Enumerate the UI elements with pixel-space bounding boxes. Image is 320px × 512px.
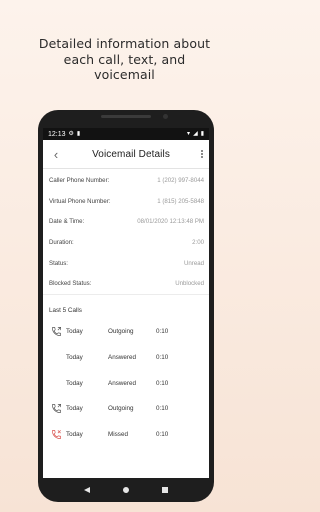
page-title: Voicemail Details [92, 148, 170, 160]
details-list: Caller Phone Number: 1 (202) 997-8044 Vi… [43, 169, 209, 294]
call-type: Outgoing [108, 328, 134, 336]
list-item[interactable]: Today Answered 0:10 [43, 345, 209, 371]
detail-row-status: Status: Unread [43, 253, 209, 274]
nav-bar [38, 480, 214, 500]
call-type: Answered [108, 379, 137, 387]
call-duration: 0:10 [156, 379, 169, 387]
detail-row-virtual: Virtual Phone Number: 1 (815) 205-5848 [43, 191, 209, 212]
detail-value: 08/01/2020 12:13:48 PM [137, 218, 204, 226]
status-bar: 12:13 ⚙ ▮ ▾ ◢ ▮ [43, 128, 209, 140]
list-item[interactable]: Today Outgoing 0:10 [43, 396, 209, 422]
list-item[interactable]: Today Missed 0:10 [43, 422, 209, 448]
front-camera [163, 114, 168, 119]
detail-label: Date & Time: [49, 218, 85, 226]
detail-label: Blocked Status: [49, 280, 92, 288]
headline-line: Detailed information about [38, 36, 211, 51]
status-time: 12:13 [48, 130, 66, 138]
outgoing-call-icon [48, 403, 64, 414]
detail-value: 2:00 [192, 238, 204, 246]
detail-row-duration: Duration: 2:00 [43, 232, 209, 253]
headline: Detailed information about each call, te… [0, 36, 249, 83]
call-type: Answered [108, 354, 137, 362]
call-day: Today [66, 405, 83, 413]
detail-row-caller: Caller Phone Number: 1 (202) 997-8044 [43, 170, 209, 191]
call-day: Today [66, 354, 83, 362]
missed-call-icon [48, 429, 64, 440]
battery-icon: ▮ [200, 131, 204, 137]
detail-label: Duration: [49, 238, 74, 246]
call-duration: 0:10 [156, 328, 169, 336]
wifi-icon: ▾ [187, 131, 191, 137]
detail-value: Unread [184, 259, 204, 267]
detail-label: Status: [49, 259, 68, 267]
more-options-icon[interactable] [197, 150, 207, 158]
signal-icon: ◢ [193, 131, 198, 137]
detail-row-datetime: Date & Time: 08/01/2020 12:13:48 PM [43, 211, 209, 232]
detail-label: Virtual Phone Number: [49, 197, 111, 205]
outgoing-call-icon [48, 326, 64, 337]
speaker-grille [101, 115, 151, 118]
detail-label: Caller Phone Number: [49, 176, 110, 184]
call-type: Missed [108, 430, 128, 438]
detail-value: 1 (815) 205-5848 [157, 197, 204, 205]
call-day: Today [66, 328, 83, 336]
phone-screen: 12:13 ⚙ ▮ ▾ ◢ ▮ ‹ Voicemail Details Call… [43, 128, 209, 478]
call-day: Today [66, 379, 83, 387]
phone-frame: 12:13 ⚙ ▮ ▾ ◢ ▮ ‹ Voicemail Details Call… [38, 110, 214, 502]
last-calls-list: Today Outgoing 0:10 Today Answered 0:10 … [43, 319, 209, 447]
detail-value: Unblocked [175, 280, 204, 288]
call-duration: 0:10 [156, 354, 169, 362]
call-type: Outgoing [108, 405, 134, 413]
back-icon[interactable]: ‹ [47, 147, 65, 162]
detail-value: 1 (202) 997-8044 [157, 176, 204, 184]
call-duration: 0:10 [156, 405, 169, 413]
headline-line: voicemail [94, 67, 155, 82]
divider [43, 294, 209, 303]
headline-line: each call, text, and [63, 51, 186, 67]
nav-home-icon[interactable] [123, 487, 129, 493]
call-duration: 0:10 [156, 430, 169, 438]
app-bar: ‹ Voicemail Details [43, 140, 209, 169]
sim-icon: ▮ [76, 131, 81, 137]
call-day: Today [66, 430, 83, 438]
nav-recents-icon[interactable] [162, 487, 168, 493]
list-item[interactable]: Today Answered 0:10 [43, 370, 209, 396]
settings-icon: ⚙ [68, 131, 74, 137]
nav-back-icon[interactable] [84, 487, 90, 493]
detail-row-blocked: Blocked Status: Unblocked [43, 273, 209, 294]
list-item[interactable]: Today Outgoing 0:10 [43, 319, 209, 345]
last-calls-heading: Last 5 Calls [49, 307, 82, 315]
